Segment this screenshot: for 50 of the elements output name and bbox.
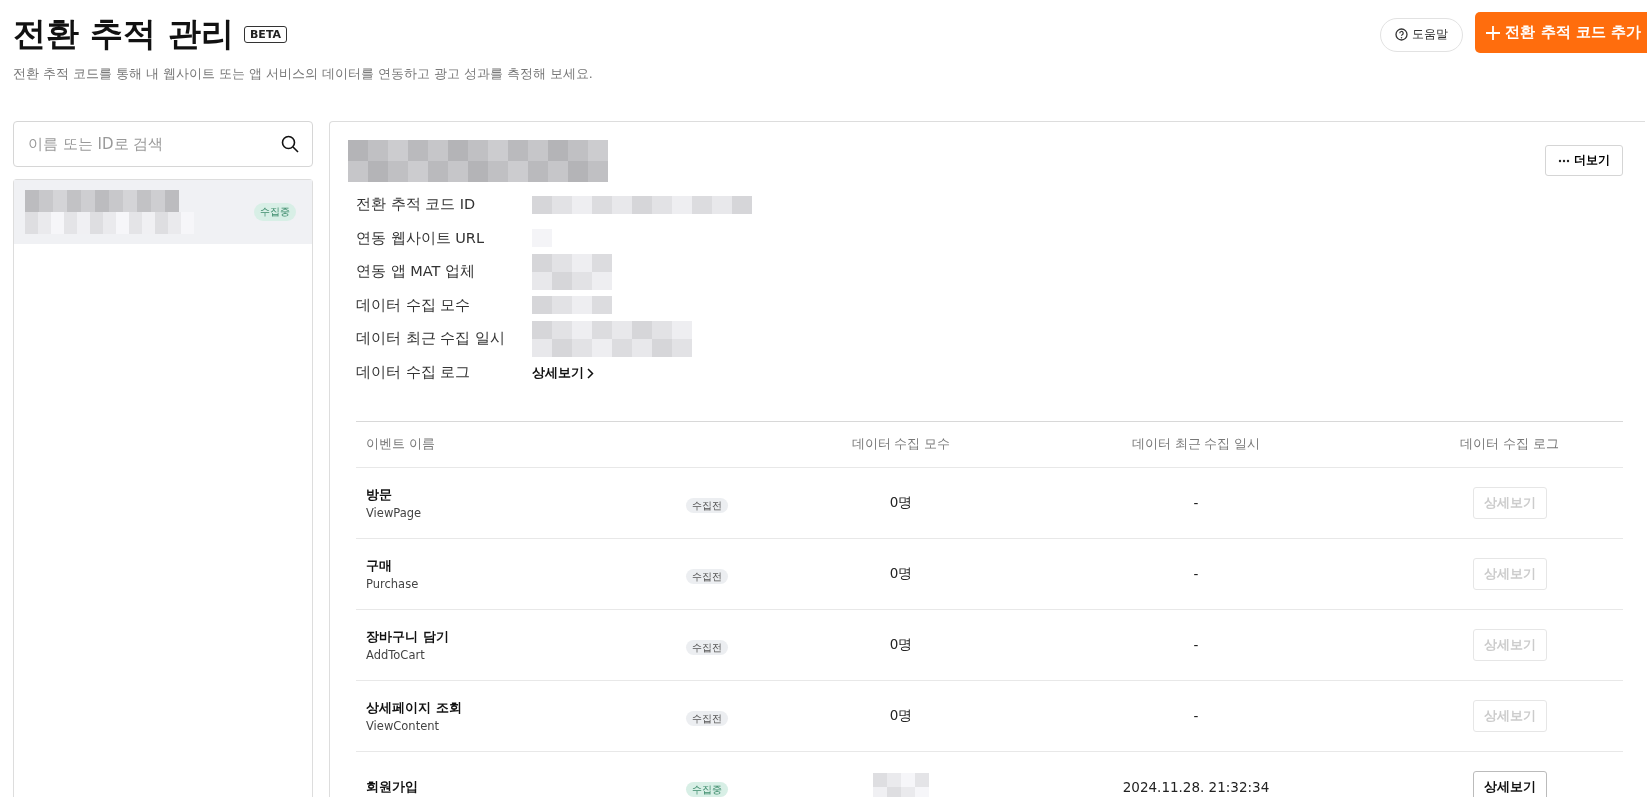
table-cell: 0명 — [889, 494, 913, 512]
field-label: 데이터 최근 수집 일시 — [356, 329, 506, 349]
page-title: 전환 추적 관리 — [13, 13, 234, 55]
status-badge: 수집전 — [686, 568, 728, 584]
table-cell: 0명 — [889, 636, 913, 654]
redacted-block — [873, 773, 929, 797]
table-cell-text: 2024.11.28. 21:32:34 — [1121, 779, 1271, 795]
table-cell-text: - — [1192, 566, 1200, 582]
event-code: AddToCart — [366, 648, 426, 662]
question-icon — [1395, 28, 1409, 41]
event-code: Purchase — [366, 577, 420, 591]
table-cell-text: - — [1192, 708, 1200, 724]
column-header: 데이터 수집 로그 — [1459, 436, 1560, 453]
event-code: ViewPage — [366, 506, 423, 520]
event-code: ViewContent — [366, 719, 441, 733]
field-label: 전환 추적 코드 ID — [356, 195, 477, 215]
ellipsis-icon — [1558, 158, 1570, 163]
log-detail-button[interactable]: 상세보기 — [1472, 771, 1547, 797]
plus-icon — [1485, 24, 1502, 41]
status-badge: 수집전 — [686, 497, 728, 513]
table-cell: 0명 — [889, 707, 913, 725]
status-badge: 수집전 — [686, 639, 728, 655]
help-button[interactable]: 도움말 — [1380, 17, 1464, 52]
status-badge: 수집전 — [686, 710, 728, 726]
table-cell: 0명 — [889, 565, 913, 583]
page-description: 전환 추적 코드를 통해 내 웹사이트 또는 앱 서비스의 데이터를 연동하고 광고 성과를 측정해 보세요. — [13, 66, 593, 83]
field-label: 데이터 수집 모수 — [356, 295, 472, 315]
search-icon — [281, 135, 299, 153]
table-cell-text: - — [1192, 637, 1200, 653]
beta-badge: BETA — [244, 25, 288, 43]
column-header: 데이터 최근 수집 일시 — [1130, 436, 1262, 453]
status-badge: 수집중 — [254, 203, 296, 221]
code-list-item[interactable]: 수집중 — [14, 180, 312, 244]
column-header: 이벤트 이름 — [365, 436, 436, 453]
event-name: 방문 — [366, 486, 393, 504]
table-cell-text: - — [1192, 495, 1200, 511]
event-name: 회원가입 — [366, 778, 419, 796]
chevron-right-icon — [587, 367, 594, 379]
add-code-button[interactable]: 전환 추적 코드 추가 — [1475, 12, 1647, 53]
search-field[interactable]: 이름 또는 ID로 검색 — [13, 121, 313, 167]
field-label: 데이터 수집 로그 — [356, 362, 472, 382]
event-name: 장바구니 담기 — [366, 628, 450, 646]
column-header: 데이터 수집 모수 — [850, 436, 952, 453]
field-label: 연동 앱 MAT 업체 — [356, 262, 476, 282]
event-name: 구매 — [366, 557, 393, 575]
more-button[interactable]: 더보기 — [1545, 145, 1623, 176]
status-badge: 수집중 — [686, 781, 728, 797]
detail-link[interactable]: 상세보기 — [532, 364, 594, 383]
field-label: 연동 웹사이트 URL — [356, 228, 485, 248]
event-name: 상세페이지 조회 — [366, 699, 463, 717]
